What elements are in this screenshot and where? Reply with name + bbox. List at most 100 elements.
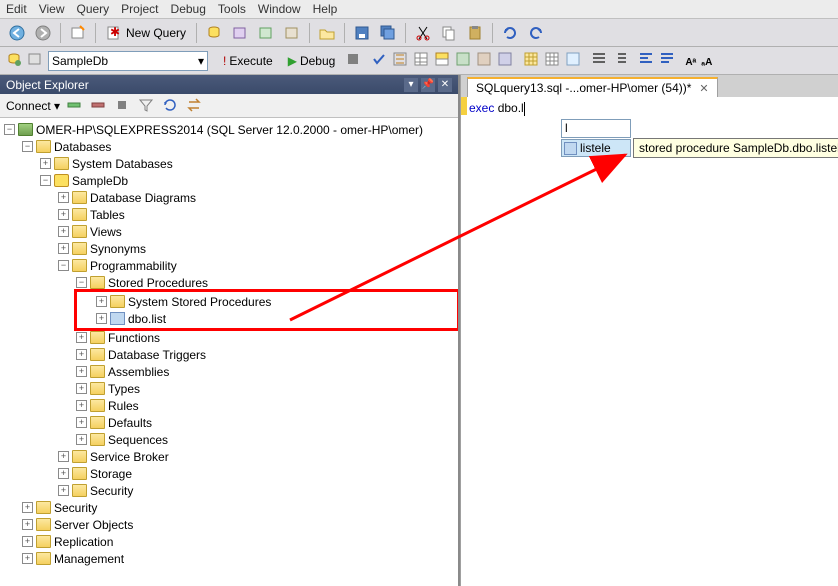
menubar[interactable]: Edit View Query Project Debug Tools Wind… bbox=[0, 0, 838, 19]
tree-sampledb[interactable]: SampleDb bbox=[72, 174, 128, 188]
tree-databases[interactable]: Databases bbox=[54, 140, 111, 154]
tree-sysstoredproc[interactable]: System Stored Procedures bbox=[128, 295, 271, 309]
menu-window[interactable]: Window bbox=[258, 2, 301, 16]
tree-replication[interactable]: Replication bbox=[54, 535, 113, 549]
svg-text:✱: ✱ bbox=[110, 25, 120, 39]
tree-sequences[interactable]: Sequences bbox=[108, 433, 168, 447]
tree-storage[interactable]: Storage bbox=[90, 467, 132, 481]
intellisense-item[interactable]: listele bbox=[562, 140, 630, 156]
indent-out-icon[interactable] bbox=[591, 51, 607, 70]
tree-synonyms[interactable]: Synonyms bbox=[90, 242, 146, 256]
tree-dbolist[interactable]: dbo.list bbox=[128, 312, 166, 326]
cut-icon[interactable] bbox=[412, 22, 434, 44]
menu-help[interactable]: Help bbox=[313, 2, 338, 16]
object-explorer-title-bar: Object Explorer ▾ 📌 ✕ bbox=[0, 75, 458, 94]
open-file-icon[interactable] bbox=[316, 22, 338, 44]
tb2-grid-1[interactable] bbox=[413, 51, 429, 70]
tb2-grid-3[interactable] bbox=[544, 51, 560, 70]
tb2-icon-1[interactable] bbox=[6, 51, 22, 70]
tree-storedproc[interactable]: Stored Procedures bbox=[108, 276, 208, 290]
tree-management[interactable]: Management bbox=[54, 552, 124, 566]
tb2-upper-icon[interactable]: Aᵃ bbox=[685, 54, 696, 68]
tree-views[interactable]: Views bbox=[90, 225, 122, 239]
tb2-grid-2[interactable] bbox=[523, 51, 539, 70]
expander-server[interactable]: − bbox=[4, 124, 15, 135]
editor-tab[interactable]: SQLquery13.sql -...omer-HP\omer (54))* ✕ bbox=[467, 77, 718, 97]
tree-programmability[interactable]: Programmability bbox=[90, 259, 177, 273]
debug-label: Debug bbox=[300, 54, 335, 68]
intellisense-filter[interactable]: l bbox=[561, 119, 631, 138]
tb2-results-icon[interactable] bbox=[434, 51, 450, 70]
nav-fwd-button[interactable] bbox=[32, 22, 54, 44]
plan-icon[interactable] bbox=[392, 51, 408, 70]
tree-serverobjects[interactable]: Server Objects bbox=[54, 518, 133, 532]
uncomment-icon[interactable] bbox=[659, 51, 675, 70]
tb2-grid-4[interactable] bbox=[565, 51, 581, 70]
parse-icon[interactable] bbox=[371, 51, 387, 70]
new-query-button[interactable]: ✱ New Query bbox=[102, 25, 190, 41]
expander-databases[interactable]: − bbox=[22, 141, 33, 152]
expander-prog[interactable]: − bbox=[58, 260, 69, 271]
oe-refresh-icon[interactable] bbox=[162, 97, 180, 115]
execute-button[interactable]: ! Execute bbox=[218, 54, 278, 68]
tb2-lower-icon[interactable]: ₐA bbox=[701, 54, 712, 68]
oe-disconnect-icon[interactable] bbox=[90, 97, 108, 115]
oe-filter-icon[interactable] bbox=[138, 97, 156, 115]
tree-assemblies[interactable]: Assemblies bbox=[108, 365, 169, 379]
undo-icon[interactable] bbox=[499, 22, 521, 44]
tree-defaults[interactable]: Defaults bbox=[108, 416, 152, 430]
save-all-icon[interactable] bbox=[377, 22, 399, 44]
comment-icon[interactable] bbox=[638, 51, 654, 70]
oe-connect-icon[interactable] bbox=[66, 97, 84, 115]
tb-icon-2[interactable] bbox=[255, 22, 277, 44]
tb2-icon-c[interactable] bbox=[497, 51, 513, 70]
connect-button[interactable]: Connect ▾ bbox=[6, 99, 60, 113]
oe-stop-icon[interactable] bbox=[114, 97, 132, 115]
expander-sp[interactable]: − bbox=[76, 277, 87, 288]
expander-sampledb[interactable]: − bbox=[40, 175, 51, 186]
close-icon[interactable]: ✕ bbox=[438, 78, 452, 92]
menu-tools[interactable]: Tools bbox=[218, 2, 246, 16]
expander[interactable]: + bbox=[40, 158, 51, 169]
tree-rules[interactable]: Rules bbox=[108, 399, 139, 413]
tb-icon-1[interactable] bbox=[229, 22, 251, 44]
tree-types[interactable]: Types bbox=[108, 382, 140, 396]
indent-in-icon[interactable] bbox=[612, 51, 628, 70]
tree-security[interactable]: Security bbox=[54, 501, 97, 515]
tree-servicebroker[interactable]: Service Broker bbox=[90, 450, 169, 464]
nav-back-button[interactable] bbox=[6, 22, 28, 44]
dropdown-icon[interactable]: ▾ bbox=[404, 78, 418, 92]
tree-security-inner[interactable]: Security bbox=[90, 484, 133, 498]
menu-project[interactable]: Project bbox=[121, 2, 158, 16]
paste-icon[interactable] bbox=[464, 22, 486, 44]
tree-tables[interactable]: Tables bbox=[90, 208, 125, 222]
menu-view[interactable]: View bbox=[39, 2, 65, 16]
menu-debug[interactable]: Debug bbox=[171, 2, 206, 16]
database-dropdown[interactable]: SampleDb ▾ bbox=[48, 51, 208, 71]
tb2-icon-b[interactable] bbox=[476, 51, 492, 70]
sql-editor[interactable]: exec dbo.l l listele stored procedure Sa… bbox=[461, 97, 838, 586]
save-icon[interactable] bbox=[351, 22, 373, 44]
object-explorer-tree[interactable]: −OMER-HP\SQLEXPRESS2014 (SQL Server 12.0… bbox=[0, 118, 458, 586]
menu-edit[interactable]: Edit bbox=[6, 2, 27, 16]
redo-icon[interactable] bbox=[525, 22, 547, 44]
debug-button[interactable]: ▶ Debug bbox=[283, 54, 341, 68]
new-project-icon[interactable] bbox=[67, 22, 89, 44]
tab-close-icon[interactable]: ✕ bbox=[699, 82, 708, 95]
tb-icon-3[interactable] bbox=[281, 22, 303, 44]
open-db-icon[interactable] bbox=[203, 22, 225, 44]
tree-sysdb[interactable]: System Databases bbox=[72, 157, 173, 171]
intellisense-list[interactable]: listele bbox=[561, 139, 631, 157]
copy-icon[interactable] bbox=[438, 22, 460, 44]
execute-label: Execute bbox=[229, 54, 272, 68]
tree-dbtriggers[interactable]: Database Triggers bbox=[108, 348, 206, 362]
tree-functions[interactable]: Functions bbox=[108, 331, 160, 345]
pin-icon[interactable]: 📌 bbox=[421, 78, 435, 92]
menu-query[interactable]: Query bbox=[76, 2, 109, 16]
tb2-icon-2[interactable] bbox=[27, 51, 43, 70]
stop-icon[interactable] bbox=[345, 51, 361, 70]
tree-dbdiagrams[interactable]: Database Diagrams bbox=[90, 191, 196, 205]
oe-sync-icon[interactable] bbox=[186, 97, 204, 115]
tb2-icon-a[interactable] bbox=[455, 51, 471, 70]
tree-server[interactable]: OMER-HP\SQLEXPRESS2014 (SQL Server 12.0.… bbox=[36, 123, 423, 137]
